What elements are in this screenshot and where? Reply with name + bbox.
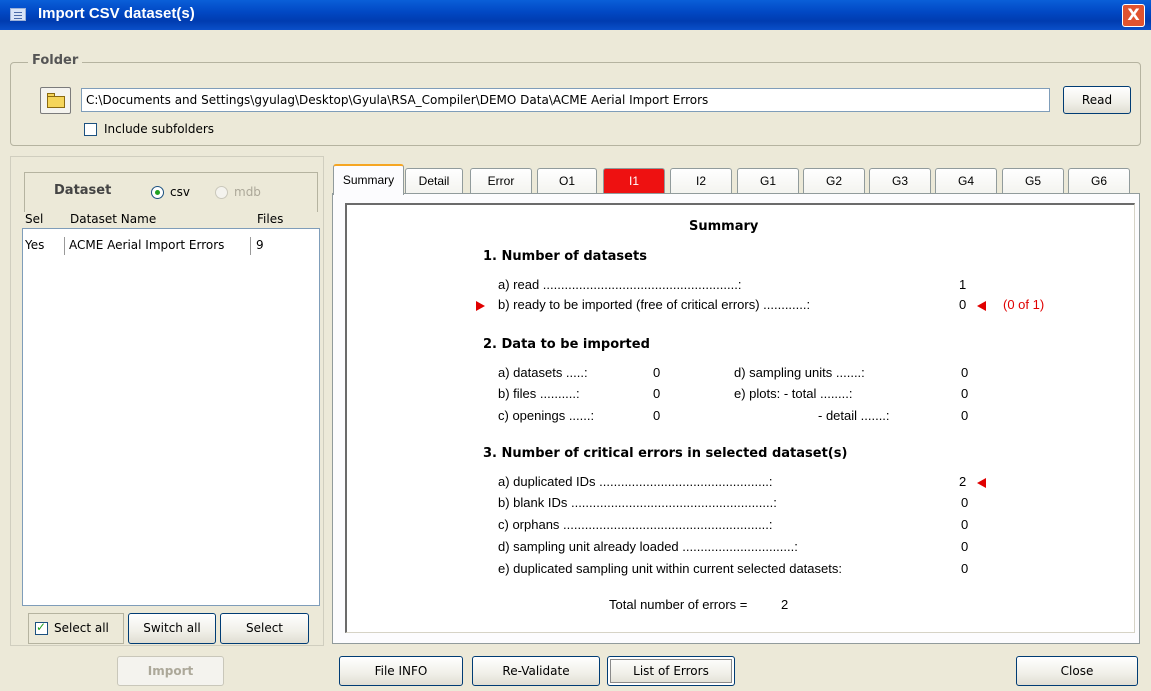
tab-g4[interactable]: G4 <box>935 168 997 194</box>
revalidate-button[interactable]: Re-Validate <box>472 656 600 686</box>
check-icon: ✓ <box>36 620 47 634</box>
switch-all-button[interactable]: Switch all <box>128 613 216 644</box>
list-of-errors-label: List of Errors <box>633 664 709 678</box>
csv-radio-label: csv <box>170 185 190 199</box>
section1-heading: 1. Number of datasets <box>483 249 647 264</box>
select-all-checkbox[interactable]: ✓ <box>35 620 48 635</box>
s2-plots-detail-label: - detail .......: <box>818 408 890 423</box>
row-files: 9 <box>256 238 264 252</box>
tab-o1[interactable]: O1 <box>537 168 597 194</box>
tab-g5[interactable]: G5 <box>1002 168 1064 194</box>
s3-duplicated-unit-label: e) duplicated sampling unit within curre… <box>498 561 842 576</box>
s2-openings-label: c) openings ......: <box>498 408 595 423</box>
tab-g2[interactable]: G2 <box>803 168 865 194</box>
s1-read-value: 1 <box>959 277 967 292</box>
include-subfolders-checkbox[interactable] <box>84 123 97 136</box>
total-errors-label: Total number of errors = <box>609 597 748 612</box>
title-bar[interactable]: Import CSV dataset(s) X <box>0 0 1151 30</box>
switch-all-label: Switch all <box>143 621 201 635</box>
read-button-label: Read <box>1081 93 1113 107</box>
s2-plots-total-label: e) plots: - total ........: <box>734 386 853 401</box>
dataset-list[interactable]: Yes ACME Aerial Import Errors 9 <box>22 228 320 606</box>
summary-title: Summary <box>689 219 759 234</box>
import-csv-window: Import CSV dataset(s) X Folder C:\Docume… <box>0 0 1151 691</box>
s2-datasets-label: a) datasets .....: <box>498 365 588 380</box>
s3-duplicated-ids-label: a) duplicated IDs ......................… <box>498 474 773 489</box>
s3-already-loaded-label: d) sampling unit already loaded ........… <box>498 539 798 554</box>
include-subfolders-label: Include subfolders <box>104 122 215 136</box>
import-button-label: Import <box>147 664 194 678</box>
list-item[interactable]: Yes ACME Aerial Import Errors 9 <box>23 237 319 255</box>
file-info-label: File INFO <box>374 664 428 678</box>
row-divider <box>64 237 65 255</box>
select-button[interactable]: Select <box>220 613 309 644</box>
warning-arrow-icon <box>977 478 986 488</box>
close-button[interactable]: Close <box>1016 656 1138 686</box>
s1-ready-label: b) ready to be imported (free of critica… <box>498 297 811 312</box>
revalidate-label: Re-Validate <box>502 664 570 678</box>
s2-files-label: b) files ..........: <box>498 386 580 401</box>
tab-summary[interactable]: Summary <box>333 164 404 195</box>
s2-plots-detail-value: 0 <box>961 408 969 423</box>
folder-legend: Folder <box>28 53 83 68</box>
s2-datasets-value: 0 <box>653 365 661 380</box>
s1-ready-note: (0 of 1) <box>1003 297 1045 312</box>
section3-heading: 3. Number of critical errors in selected… <box>483 446 848 461</box>
browse-folder-button[interactable] <box>40 87 71 114</box>
tab-i2[interactable]: I2 <box>670 168 732 194</box>
s2-openings-value: 0 <box>653 408 661 423</box>
s3-orphans-value: 0 <box>961 517 969 532</box>
s1-ready-value: 0 <box>959 297 967 312</box>
form-icon <box>10 8 26 21</box>
file-info-button[interactable]: File INFO <box>339 656 463 686</box>
select-button-label: Select <box>245 621 284 635</box>
tab-i1[interactable]: I1 <box>603 168 665 194</box>
s2-sampling-units-label: d) sampling units .......: <box>734 365 865 380</box>
folder-path-input[interactable]: C:\Documents and Settings\gyulag\Desktop… <box>81 88 1050 112</box>
s3-blank-ids-value: 0 <box>961 495 969 510</box>
row-dataset-name: ACME Aerial Import Errors <box>69 238 225 252</box>
close-window-button[interactable]: X <box>1122 4 1145 27</box>
total-errors-value: 2 <box>781 597 789 612</box>
dataset-legend: Dataset <box>54 183 112 198</box>
mdb-radio-label: mdb <box>234 185 261 199</box>
row-sel: Yes <box>25 238 45 252</box>
s1-read-label: a) read ................................… <box>498 277 742 292</box>
row-divider <box>250 237 251 255</box>
pointer-arrow-icon <box>476 301 485 311</box>
column-header-sel[interactable]: Sel <box>25 212 43 226</box>
read-button[interactable]: Read <box>1063 86 1131 114</box>
s3-duplicated-ids-value: 2 <box>959 474 967 489</box>
s3-duplicated-unit-value: 0 <box>961 561 969 576</box>
csv-radio[interactable] <box>151 186 164 199</box>
window-title: Import CSV dataset(s) <box>38 5 195 22</box>
select-all-label: Select all <box>54 621 109 635</box>
tab-g6[interactable]: G6 <box>1068 168 1130 194</box>
column-header-files[interactable]: Files <box>257 212 283 226</box>
s3-already-loaded-value: 0 <box>961 539 969 554</box>
close-button-label: Close <box>1060 664 1094 678</box>
list-of-errors-button[interactable]: List of Errors <box>607 656 735 686</box>
s2-sampling-units-value: 0 <box>961 365 969 380</box>
tab-g3[interactable]: G3 <box>869 168 931 194</box>
tab-error[interactable]: Error <box>470 168 532 194</box>
column-header-name[interactable]: Dataset Name <box>70 212 156 226</box>
s2-plots-total-value: 0 <box>961 386 969 401</box>
mdb-radio[interactable] <box>215 186 228 199</box>
s3-orphans-label: c) orphans .............................… <box>498 517 773 532</box>
import-button[interactable]: Import <box>117 656 224 686</box>
tab-detail[interactable]: Detail <box>405 168 463 194</box>
warning-arrow-icon <box>977 301 986 311</box>
folder-open-icon-body <box>47 96 65 108</box>
section2-heading: 2. Data to be imported <box>483 337 650 352</box>
tab-g1[interactable]: G1 <box>737 168 799 194</box>
s3-blank-ids-label: b) blank IDs ...........................… <box>498 495 777 510</box>
s2-files-value: 0 <box>653 386 661 401</box>
